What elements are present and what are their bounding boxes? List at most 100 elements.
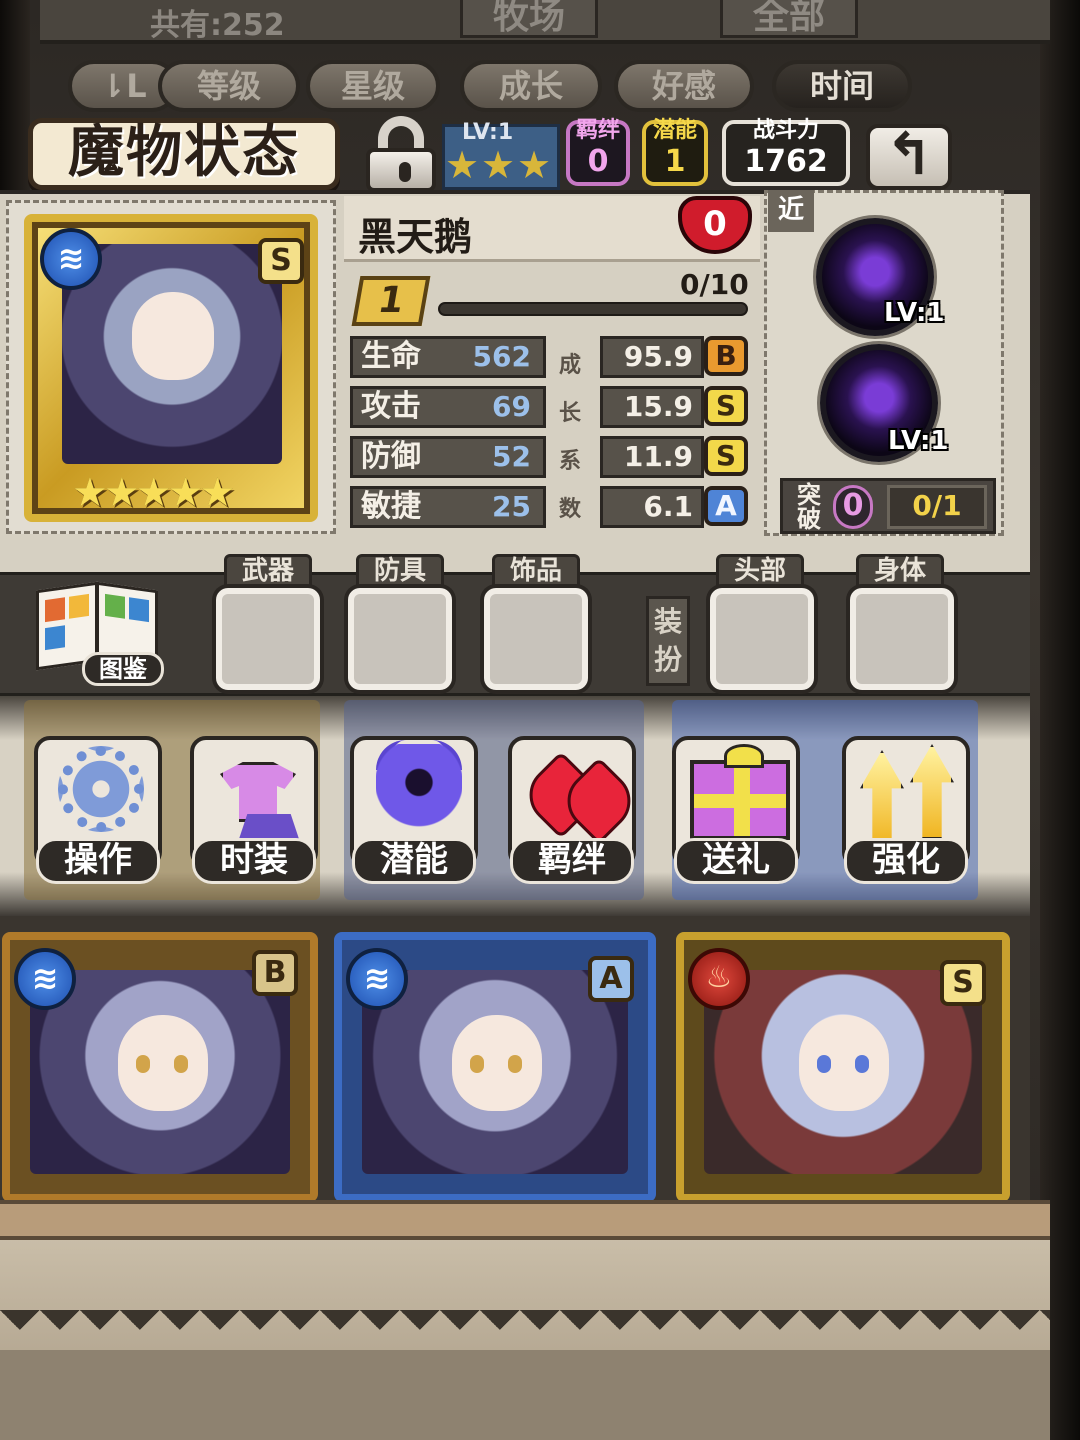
monster-card: ≋ S ★★★★★ xyxy=(24,214,318,522)
head-slot[interactable] xyxy=(710,588,814,690)
growth-grade-badge: S xyxy=(704,436,748,476)
fire-element-icon: ♨ xyxy=(688,948,750,1010)
tab-ranch[interactable]: 牧场 xyxy=(460,0,599,38)
sort-tab-level[interactable]: 等级 xyxy=(158,60,300,112)
slot-label-body: 身体 xyxy=(856,554,944,588)
potential-button[interactable]: 潜能 xyxy=(350,736,478,884)
roster-card[interactable]: ≋ B xyxy=(2,932,318,1202)
book-block xyxy=(129,597,149,623)
stat-value: 562 xyxy=(472,340,531,373)
sort-tab-growth[interactable]: 成长 xyxy=(460,60,602,112)
bond-value: 0 xyxy=(587,144,609,179)
water-element-icon: ≋ xyxy=(40,228,102,290)
total-count: 共有:252 xyxy=(150,8,285,43)
action-label: 羁绊 xyxy=(510,838,634,884)
stat-name: 防御 xyxy=(361,439,421,474)
stat-row-attack: 攻击 69 xyxy=(350,386,546,428)
star-icon: ★ xyxy=(517,143,552,187)
book-block xyxy=(69,593,89,619)
exp-text: 0/10 xyxy=(680,268,749,301)
bond-button[interactable]: 羁绊 xyxy=(508,736,643,884)
bond-chip: 羁绊 0 xyxy=(566,118,630,186)
encyclopedia-label: 图鉴 xyxy=(82,652,164,686)
growth-grade-badge: B xyxy=(704,336,748,376)
potential-value: 1 xyxy=(664,144,686,179)
tab-all[interactable]: 全部 xyxy=(720,0,859,38)
growth-label-char: 数 xyxy=(558,497,581,522)
growth-grade-badge: S xyxy=(704,386,748,426)
portrait-face xyxy=(118,1014,209,1111)
slot-label-accessory: 饰品 xyxy=(492,554,580,588)
action-label: 送礼 xyxy=(674,838,798,884)
outfit-button[interactable]: 时装 xyxy=(190,736,318,884)
slot-label-weapon: 武器 xyxy=(224,554,312,588)
breakthrough-progress: 0/1 xyxy=(887,485,987,529)
action-label: 强化 xyxy=(844,838,968,884)
portrait-eye xyxy=(136,1054,151,1073)
power-value: 1762 xyxy=(744,144,828,179)
sort-tab-stars[interactable]: 星级 xyxy=(306,60,440,112)
sort-tab-affection[interactable]: 好感 xyxy=(614,60,754,112)
demon-icon xyxy=(376,744,462,840)
rank-tag: S xyxy=(258,238,304,284)
growth-value: 11.9 xyxy=(623,440,693,473)
top-bar: 共有:252 牧场 全部 xyxy=(40,0,1050,44)
bond-label: 羁绊 xyxy=(575,118,620,143)
upgrade-arrow-icon xyxy=(910,744,954,840)
water-element-icon: ≋ xyxy=(14,948,76,1010)
dress-label: 装扮 xyxy=(646,596,690,686)
gift-bow xyxy=(724,744,764,768)
stat-value: 69 xyxy=(492,390,531,423)
encyclopedia-button[interactable]: 图鉴 xyxy=(32,580,164,686)
action-label: 潜能 xyxy=(352,838,476,884)
lock-keyhole xyxy=(399,162,411,182)
gift-button[interactable]: 送礼 xyxy=(672,736,800,884)
growth-value: 15.9 xyxy=(623,390,693,423)
skill-level: LV:1 xyxy=(888,426,949,456)
power-label: 战斗力 xyxy=(752,118,819,143)
breakthrough-box[interactable]: 突破 0 0/1 xyxy=(780,478,996,534)
portrait-eye xyxy=(174,1054,189,1073)
weapon-slot[interactable] xyxy=(216,588,320,690)
portrait-eye xyxy=(508,1054,523,1073)
sort-tabs: ⇂L 等级 星级 成长 好感 时间 xyxy=(40,52,1040,122)
return-arrow-icon[interactable]: ↰ xyxy=(866,124,952,190)
slot-label-armor: 防具 xyxy=(356,554,444,588)
outfit-icon xyxy=(220,762,296,822)
growth-value: 95.9 xyxy=(623,340,693,373)
lock-body xyxy=(366,148,436,192)
unlocked-padlock-icon[interactable] xyxy=(360,112,442,192)
page-title: 魔物状态 xyxy=(28,118,340,190)
upgrade-button[interactable]: 强化 xyxy=(842,736,970,884)
growth-label-char: 成 xyxy=(558,353,581,378)
accessory-slot[interactable] xyxy=(484,588,588,690)
potential-chip: 潜能 1 xyxy=(642,118,708,186)
sort-tab-time[interactable]: 时间 xyxy=(772,60,912,112)
star-icon: ★ xyxy=(481,143,516,187)
roster-card[interactable]: ♨ S xyxy=(676,932,1010,1202)
growth-label-char: 长 xyxy=(558,401,581,426)
stat-row-hp: 生命 562 xyxy=(350,336,546,378)
exp-bar xyxy=(438,302,748,316)
power-chip: 战斗力 1762 xyxy=(722,118,850,186)
water-element-icon: ≋ xyxy=(346,948,408,1010)
growth-label-char: 系 xyxy=(558,449,581,474)
monster-name: 黑天鹅 xyxy=(358,215,473,259)
body-slot[interactable] xyxy=(850,588,954,690)
header-level-label: LV:1 xyxy=(462,120,514,145)
potential-label: 潜能 xyxy=(652,118,697,143)
game-screen: 共有:252 牧场 全部 ⇂L 等级 星级 成长 好感 时间 魔物状态 ★ ★ … xyxy=(0,0,1080,1440)
armor-slot[interactable] xyxy=(348,588,452,690)
action-label: 操作 xyxy=(36,838,160,884)
gift-ribbon xyxy=(694,794,786,808)
growth-value: 6.1 xyxy=(643,490,693,523)
portrait-eye xyxy=(854,1054,869,1073)
growth-grade-badge: A xyxy=(704,486,748,526)
action-label: 时装 xyxy=(192,838,316,884)
operate-button[interactable]: 操作 xyxy=(34,736,162,884)
roster-card[interactable]: ≋ A xyxy=(334,932,656,1202)
portrait-face xyxy=(798,1014,889,1111)
level-badge: 1 xyxy=(351,276,431,326)
zigzag-border xyxy=(0,1310,1050,1350)
range-tag: 近 xyxy=(768,190,814,232)
